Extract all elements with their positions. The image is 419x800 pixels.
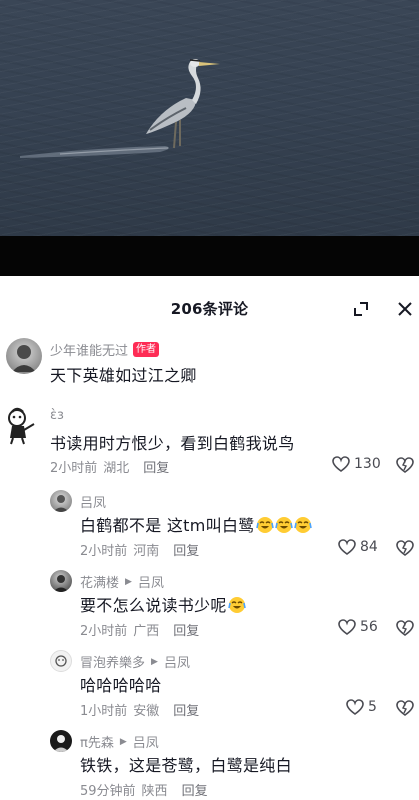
avatar-person-icon — [53, 735, 69, 752]
like-button[interactable]: 5 — [346, 699, 377, 715]
dislike-icon[interactable] — [396, 540, 414, 556]
reply-meta: 1小时前 安徽 回复 — [80, 700, 199, 719]
heart-icon — [338, 539, 356, 555]
avatar-person-icon — [53, 575, 69, 592]
comment-item: ὲɜ 书读用时方恨少，看到白鹤我说鸟 2小时前 湖北 回复 130 — [0, 406, 419, 486]
avatar[interactable] — [50, 730, 72, 752]
heart-icon — [332, 456, 350, 472]
reply-username-row: 花满楼 ▶ 吕凤 — [80, 572, 164, 591]
reply-location: 广西 — [133, 624, 160, 639]
comment-username[interactable]: 少年谁能无过 — [50, 340, 128, 359]
comment-text: 书读用时方恨少，看到白鹤我说鸟 — [50, 434, 295, 453]
reply-username-row: 吕凤 — [80, 492, 106, 511]
reply-location: 陕西 — [141, 784, 168, 799]
laugh-cry-emoji — [274, 517, 293, 533]
reply-text: 要不怎么说读书少呢 — [80, 592, 246, 616]
reply-text: 铁铁，这是苍鹭，白鹭是纯白 — [80, 756, 292, 775]
video-bottom-bar — [0, 236, 419, 276]
reply-item: 冒泡养樂多 ▶ 吕凤 哈哈哈哈哈 1小时前 安徽 回复 5 — [0, 648, 419, 719]
dislike-icon[interactable] — [396, 700, 414, 716]
laugh-cry-emoji — [255, 517, 274, 533]
reply-username-row: π先森 ▶ 吕凤 — [80, 732, 159, 751]
reply-item: 吕凤 白鹤都不是 这tm叫白鹭 2小时前 河南 回复 84 — [0, 488, 419, 559]
like-button[interactable]: 84 — [338, 539, 378, 555]
like-button[interactable]: 130 — [332, 456, 381, 472]
video-frame[interactable] — [0, 0, 419, 236]
comment-location: 湖北 — [103, 461, 130, 476]
laugh-cry-emoji — [227, 597, 246, 613]
reply-button[interactable]: 回复 — [182, 780, 208, 799]
reply-meta: 2小时前 广西 回复 — [80, 620, 199, 639]
comment-sheet: 206条评论 少年谁能无过 作者 天下英雄如过江之卿 ὲɜ 书读用时方恨少，看到… — [0, 276, 419, 800]
reply-time: 2小时前 — [80, 624, 128, 639]
avatar[interactable] — [6, 338, 42, 374]
doodle-avatar-icon — [55, 655, 67, 667]
like-count: 84 — [360, 539, 378, 555]
like-button[interactable]: 56 — [338, 619, 378, 635]
comment-username-row: ὲɜ — [50, 408, 64, 423]
reply-item: π先森 ▶ 吕凤 铁铁，这是苍鹭，白鹭是纯白 59分钟前 陕西 回复 — [0, 728, 419, 800]
reply-text-body: 要不怎么说读书少呢 — [80, 596, 227, 615]
like-count: 56 — [360, 619, 378, 635]
reply-to-arrow-icon: ▶ — [125, 576, 132, 587]
reply-to-username[interactable]: 吕凤 — [138, 572, 164, 591]
reply-username[interactable]: 冒泡养樂多 — [80, 652, 145, 671]
reply-meta: 2小时前 河南 回复 — [80, 540, 199, 559]
reply-to-username[interactable]: 吕凤 — [133, 732, 159, 751]
reply-time: 59分钟前 — [80, 784, 136, 799]
reply-username[interactable]: 花满楼 — [80, 572, 119, 591]
reply-location: 河南 — [133, 544, 160, 559]
reply-username-row: 冒泡养樂多 ▶ 吕凤 — [80, 652, 190, 671]
heart-icon — [338, 619, 356, 635]
reply-text: 白鹤都不是 这tm叫白鹭 — [80, 512, 312, 536]
reply-meta: 59分钟前 陕西 回复 — [80, 780, 208, 799]
avatar-person-icon — [12, 345, 36, 372]
close-icon[interactable] — [396, 300, 414, 318]
heart-icon — [346, 699, 364, 715]
dislike-icon[interactable] — [396, 620, 414, 636]
dislike-icon[interactable] — [396, 457, 414, 473]
reply-to-username[interactable]: 吕凤 — [164, 652, 190, 671]
reply-to-arrow-icon: ▶ — [151, 656, 158, 667]
reply-username[interactable]: π先森 — [80, 732, 114, 751]
comment-text: 天下英雄如过江之卿 — [50, 366, 197, 385]
avatar[interactable] — [50, 650, 72, 672]
like-count: 130 — [354, 456, 381, 472]
laugh-cry-emoji — [293, 517, 312, 533]
comment-sheet-header: 206条评论 — [0, 276, 419, 338]
reply-time: 2小时前 — [80, 544, 128, 559]
comment-meta: 2小时前 湖北 回复 — [50, 457, 169, 476]
cartoon-avatar-icon — [8, 407, 35, 445]
comment-username-row: 少年谁能无过 作者 — [50, 340, 160, 359]
reply-location: 安徽 — [133, 704, 160, 719]
reply-username[interactable]: 吕凤 — [80, 492, 106, 511]
avatar[interactable] — [50, 490, 72, 512]
avatar[interactable] — [50, 570, 72, 592]
author-badge: 作者 — [133, 342, 160, 357]
reply-item: 花满楼 ▶ 吕凤 要不怎么说读书少呢 2小时前 广西 回复 56 — [0, 568, 419, 639]
reply-time: 1小时前 — [80, 704, 128, 719]
collapse-icon[interactable] — [352, 300, 370, 318]
reply-to-arrow-icon: ▶ — [119, 736, 127, 747]
avatar-person-icon — [53, 495, 69, 512]
reply-button[interactable]: 回复 — [173, 540, 199, 559]
reply-button[interactable]: 回复 — [173, 620, 199, 639]
like-count: 5 — [368, 699, 377, 715]
comment-username[interactable]: ὲɜ — [50, 408, 64, 423]
reply-text: 哈哈哈哈哈 — [80, 676, 162, 695]
comment-item: 少年谁能无过 作者 天下英雄如过江之卿 — [0, 338, 419, 394]
avatar[interactable] — [4, 406, 38, 446]
reply-text-body: 白鹤都不是 这tm叫白鹭 — [80, 516, 255, 535]
reply-button[interactable]: 回复 — [173, 700, 199, 719]
comment-time: 2小时前 — [50, 461, 98, 476]
heron-image — [20, 59, 220, 158]
reply-button[interactable]: 回复 — [143, 457, 169, 476]
